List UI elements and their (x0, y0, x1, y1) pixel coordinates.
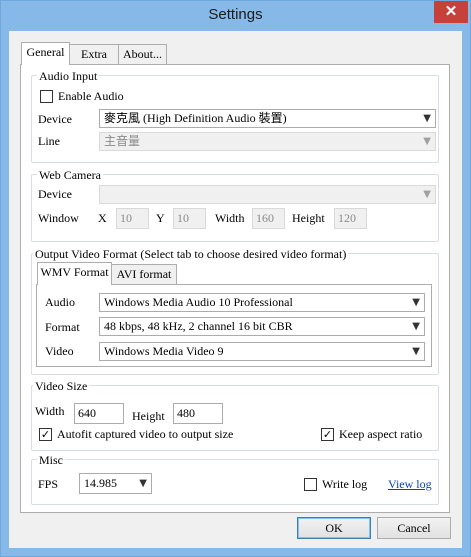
audio-device-select[interactable]: 麥克風 (High Definition Audio 裝置) ▼ (99, 109, 436, 128)
wmv-format-label: Format (45, 320, 80, 334)
ok-button[interactable]: OK (297, 517, 371, 539)
wmv-tab-panel: Audio Windows Media Audio 10 Professiona… (36, 284, 432, 367)
audio-line-label: Line (38, 134, 60, 148)
wmv-video-select[interactable]: Windows Media Video 9 ▼ (99, 342, 425, 361)
video-height-label: Height (132, 409, 165, 423)
camera-device-select[interactable]: ▼ (99, 185, 436, 204)
chevron-down-icon: ▼ (412, 321, 420, 332)
autofit-label: Autofit captured video to output size (57, 427, 234, 441)
keep-aspect-label: Keep aspect ratio (339, 427, 423, 441)
video-height-input[interactable]: 480 (173, 403, 223, 424)
audio-device-value: 麥克風 (High Definition Audio 裝置) (104, 111, 287, 125)
cancel-button[interactable]: Cancel (377, 517, 451, 539)
video-width-input[interactable]: 640 (74, 403, 124, 424)
fps-value: 14.985 (84, 476, 117, 490)
video-width-label: Width (35, 404, 65, 418)
video-size-group-label: Video Size (33, 379, 90, 393)
tab-extra[interactable]: Extra (69, 44, 119, 65)
checkbox-check-icon: ✓ (322, 428, 333, 441)
fps-select[interactable]: 14.985 ▼ (79, 473, 152, 494)
close-icon[interactable]: ✕ (434, 1, 468, 23)
wmv-audio-value: Windows Media Audio 10 Professional (104, 295, 293, 309)
wmv-format-value: 48 kbps, 48 kHz, 2 channel 16 bit CBR (104, 319, 293, 333)
camera-width-input[interactable]: 160 (252, 208, 285, 229)
tab-general[interactable]: General (21, 42, 70, 65)
audio-line-value: 主音量 (104, 134, 141, 148)
view-log-link[interactable]: View log (388, 477, 432, 491)
wmv-format-select[interactable]: 48 kbps, 48 kHz, 2 channel 16 bit CBR ▼ (99, 317, 425, 336)
web-camera-group-label: Web Camera (37, 168, 104, 182)
write-log-checkbox[interactable] (304, 478, 317, 491)
camera-y-input[interactable]: 10 (173, 208, 206, 229)
autofit-checkbox[interactable]: ✓ (39, 428, 52, 441)
general-tab-panel: Audio Input Enable Audio Device 麥克風 (Hig… (20, 64, 450, 513)
audio-line-select[interactable]: 主音量 ▼ (99, 132, 436, 151)
wmv-audio-select[interactable]: Windows Media Audio 10 Professional ▼ (99, 293, 425, 312)
chevron-down-icon: ▼ (423, 113, 431, 124)
camera-x-label: X (98, 211, 107, 225)
camera-height-input[interactable]: 120 (334, 208, 367, 229)
camera-width-label: Width (215, 211, 245, 225)
title-bar[interactable]: Settings ✕ (1, 1, 470, 31)
camera-device-label: Device (38, 187, 72, 201)
dialog-client-area: General Extra About... Audio Input Enabl… (9, 31, 462, 548)
chevron-down-icon: ▼ (423, 189, 431, 200)
camera-height-label: Height (292, 211, 325, 225)
fps-label: FPS (38, 477, 59, 491)
enable-audio-label: Enable Audio (58, 89, 124, 103)
chevron-down-icon: ▼ (139, 478, 147, 489)
misc-group-label: Misc (37, 453, 65, 467)
camera-window-label: Window (38, 211, 79, 225)
wmv-video-value: Windows Media Video 9 (104, 344, 224, 358)
chevron-down-icon: ▼ (412, 346, 420, 357)
enable-audio-checkbox[interactable] (40, 90, 53, 103)
tab-avi-format[interactable]: AVI format (111, 264, 177, 285)
wmv-video-label: Video (45, 344, 74, 358)
settings-window: Settings ✕ General Extra About... Audio … (0, 0, 471, 557)
chevron-down-icon: ▼ (412, 297, 420, 308)
audio-device-label: Device (38, 112, 72, 126)
audio-input-group-label: Audio Input (37, 69, 100, 83)
tab-about[interactable]: About... (118, 44, 167, 65)
window-title: Settings (208, 6, 263, 23)
camera-x-input[interactable]: 10 (116, 208, 149, 229)
keep-aspect-checkbox[interactable]: ✓ (321, 428, 334, 441)
write-log-label: Write log (322, 477, 368, 491)
chevron-down-icon: ▼ (423, 136, 431, 147)
output-format-group-label: Output Video Format (Select tab to choos… (33, 247, 349, 261)
wmv-audio-label: Audio (45, 295, 75, 309)
checkbox-check-icon: ✓ (40, 428, 51, 441)
tab-wmv-format[interactable]: WMV Format (37, 262, 112, 285)
camera-y-label: Y (156, 211, 165, 225)
